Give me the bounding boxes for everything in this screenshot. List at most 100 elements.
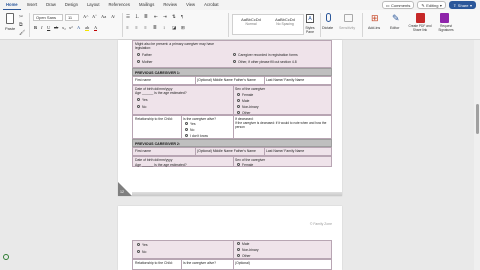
subscript-icon[interactable]: x₂ [62,25,66,30]
show-marks-icon[interactable]: ¶ [181,14,183,19]
justify-icon[interactable]: ≣ [153,25,157,31]
tab-draw[interactable]: Draw [43,0,59,10]
comments-button[interactable]: ▭ Comments [381,1,415,9]
align-left-icon[interactable]: ≡ [126,25,129,30]
align-center-icon[interactable]: ≡ [135,25,138,30]
pdf-icon[interactable] [416,13,425,23]
sort-icon[interactable]: ⇅ [172,14,176,20]
underline-icon[interactable]: U [47,25,50,30]
share-button[interactable]: ⇪ Share ▾ [448,1,476,9]
middle-name-label: (Optional) Middle Name Father's Name [197,78,256,82]
add-ins-button[interactable]: Add-ins [368,26,380,30]
align-right-icon[interactable]: ≡ [144,25,147,30]
borders-icon[interactable]: ⊞ [181,25,185,31]
nonbinary-checkbox[interactable] [237,105,241,109]
request-signatures-button[interactable]: Request Signatures [434,24,458,33]
paste-button[interactable]: Paste [5,26,15,31]
add-ins-icon[interactable]: ⊞ [371,13,381,23]
tab-acrobat[interactable]: Acrobat [201,0,221,10]
alive-no-checkbox[interactable] [185,128,189,132]
copy-icon[interactable]: ⧉ [19,22,23,28]
tab-home[interactable]: Home [3,0,21,10]
vertical-scrollbar[interactable] [474,40,480,270]
font-color-icon[interactable]: A [94,25,98,31]
document-page-1[interactable]: Might also be present: a primary caregiv… [118,40,342,196]
line-spacing-icon[interactable]: ↕ [163,25,165,30]
text-effects-icon[interactable]: A [77,25,80,30]
tab-mailings[interactable]: Mailings [136,0,157,10]
multilevel-list-icon[interactable]: ≣ [144,14,148,20]
male-checkbox[interactable] [237,242,241,246]
clear-format-icon[interactable]: A̸ [111,14,114,19]
styles-pane-button[interactable]: Styles Pane [302,26,318,34]
tab-design[interactable]: Design [62,0,81,10]
male-checkbox[interactable] [237,99,241,103]
yes-checkbox[interactable] [137,243,141,247]
document-page-2[interactable]: © Family Zone Yes No Male Non-binary Oth… [118,206,342,270]
section-heading-row: PREVIOUS CAREGIVER 2: [132,139,332,147]
tab-view[interactable]: View [183,0,198,10]
style-normal[interactable]: AaBbCcDd Normal [235,17,267,33]
nonbinary-checkbox[interactable] [237,248,241,252]
mother-checkbox[interactable] [137,60,141,64]
change-case-icon[interactable]: Aa [101,14,106,19]
decrease-indent-icon[interactable]: ⇤ [154,14,158,20]
numbering-icon[interactable]: ⒈ [135,14,140,20]
sensitivity-icon[interactable] [344,14,353,22]
superscript-icon[interactable]: x² [69,25,73,30]
format-painter-icon[interactable]: 🖌 [19,30,25,36]
share-label: Share [457,2,469,8]
editing-mode-button[interactable]: ✎ Editing ▾ [417,1,446,9]
caregiver-recorded-checkbox[interactable] [233,53,237,57]
female-checkbox[interactable] [237,93,241,97]
clipboard-icon[interactable] [6,13,14,24]
shading-icon[interactable]: ◪ [172,25,176,31]
tab-references[interactable]: References [106,0,133,10]
editor-button[interactable]: Editor [390,26,399,30]
highlight-icon[interactable]: ab [85,25,90,31]
no-checkbox[interactable] [137,250,141,254]
table-row: Date of birth dd/mm/yyyy Age ______ Is t… [132,85,332,115]
other-checkbox[interactable] [233,60,237,64]
alive-unknown-label: I don't know [190,134,208,138]
font-name-select[interactable]: Open Sans [33,14,63,21]
cut-icon[interactable]: ✂ [19,14,23,20]
font-size-select[interactable]: 11 [65,14,79,21]
dictate-button[interactable]: Dictate [322,26,333,30]
grow-font-icon[interactable]: A^ [83,14,88,19]
bullets-icon[interactable]: ☰ [126,14,130,20]
tab-layout[interactable]: Layout [84,0,103,10]
other-sex-checkbox[interactable] [237,254,241,258]
female-checkbox[interactable] [237,163,241,167]
age-estimated-no-checkbox[interactable] [137,105,141,109]
signature-icon[interactable] [440,13,449,23]
other-sex-checkbox[interactable] [237,110,241,114]
tab-insert[interactable]: Insert [24,0,40,10]
italic-icon[interactable]: I [41,25,43,30]
other-please-fill-label: Other, if other please fill out section … [238,60,297,64]
create-pdf-button[interactable]: Create PDF and Share link [408,24,432,33]
ribbon-home: Paste ✂ ⧉ 🖌 Open Sans 11 A^ Aˇ Aa A̸ B I… [0,10,480,40]
microphone-icon[interactable] [326,13,331,22]
scrollbar-thumb[interactable] [475,104,479,134]
accessibility-status-icon[interactable] [3,254,9,260]
age-estimated-yes-checkbox[interactable] [137,98,141,102]
divider [228,13,229,37]
bold-icon[interactable]: B [34,25,37,30]
father-checkbox[interactable] [137,53,141,57]
sensitivity-button[interactable]: Sensitivity [339,26,355,30]
caregiver-recorded-label: Caregiver recorded in registration forms [238,53,298,57]
strikethrough-icon[interactable]: ab [54,25,58,30]
shrink-font-icon[interactable]: Aˇ [92,14,97,19]
tab-review[interactable]: Review [160,0,180,10]
age-label: Age ______ Is the age estimated? [135,91,187,95]
table-row: First name (Optional) Middle Name Father… [132,147,332,156]
style-no-spacing[interactable]: AaBbCcDd No Spacing [269,17,301,33]
alive-unknown-checkbox[interactable] [185,134,189,138]
male-label: Male [242,242,250,246]
increase-indent-icon[interactable]: ⇥ [163,14,167,20]
editor-icon[interactable]: ✎ [392,13,400,23]
styles-pane-icon[interactable]: A [306,14,314,23]
alive-yes-checkbox[interactable] [185,122,189,126]
male-label: Male [242,99,250,103]
